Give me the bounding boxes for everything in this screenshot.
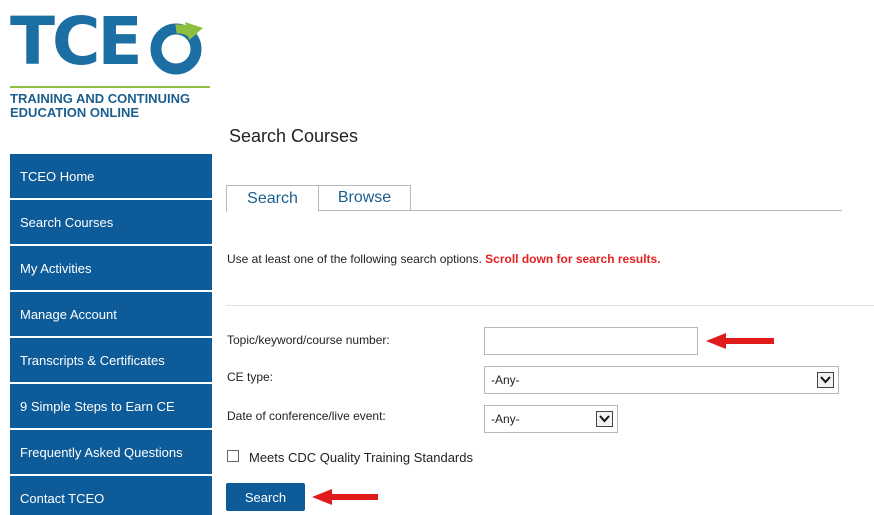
logo-letters: TCE xyxy=(10,3,143,80)
scroll-down-notice: Scroll down for search results. xyxy=(485,252,661,266)
logo-divider-line xyxy=(10,86,210,88)
logo-tagline-line2: EDUCATION ONLINE xyxy=(10,105,140,120)
sidebar-nav: TCEO Home Search Courses My Activities M… xyxy=(10,154,212,515)
sidebar-item-faq[interactable]: Frequently Asked Questions xyxy=(10,430,212,474)
search-button[interactable]: Search xyxy=(226,483,305,511)
chevron-down-icon xyxy=(596,411,613,427)
search-instructions: Use at least one of the following search… xyxy=(227,252,661,266)
sidebar-item-contact-tceo[interactable]: Contact TCEO xyxy=(10,476,212,515)
date-select[interactable]: -Any- xyxy=(484,405,618,433)
sidebar-item-transcripts-certificates[interactable]: Transcripts & Certificates xyxy=(10,338,212,382)
tceo-logo[interactable]: TCE TRAINING AND CONTINUING EDUCATION ON… xyxy=(10,3,215,120)
logo-tagline: TRAINING AND CONTINUING EDUCATION ONLINE xyxy=(10,92,220,120)
topic-input[interactable] xyxy=(484,327,698,355)
chevron-down-icon xyxy=(817,372,834,388)
sidebar-item-simple-steps[interactable]: 9 Simple Steps to Earn CE xyxy=(10,384,212,428)
red-arrow-left-icon xyxy=(706,333,774,349)
instructions-text: Use at least one of the following search… xyxy=(227,252,486,266)
cdc-standards-label: Meets CDC Quality Training Standards xyxy=(249,450,473,465)
sidebar-item-search-courses[interactable]: Search Courses xyxy=(10,200,212,244)
cdc-standards-checkbox[interactable] xyxy=(227,450,239,462)
sidebar-item-tceo-home[interactable]: TCEO Home xyxy=(10,154,212,198)
ce-type-label: CE type: xyxy=(227,370,274,384)
tab-browse[interactable]: Browse xyxy=(319,185,411,211)
ce-type-select[interactable]: -Any- xyxy=(484,366,839,394)
date-label: Date of conference/live event: xyxy=(227,409,386,423)
red-arrow-left-icon xyxy=(312,489,378,505)
section-divider xyxy=(226,305,874,306)
logo-tagline-line1: TRAINING AND CONTINUING xyxy=(10,91,191,106)
logo-recycle-o-icon xyxy=(150,22,203,75)
ce-type-selected-value: -Any- xyxy=(491,373,520,387)
page-title: Search Courses xyxy=(229,126,359,146)
date-selected-value: -Any- xyxy=(491,412,520,426)
sidebar-item-my-activities[interactable]: My Activities xyxy=(10,246,212,290)
sidebar-item-manage-account[interactable]: Manage Account xyxy=(10,292,212,336)
topic-label: Topic/keyword/course number: xyxy=(227,333,390,347)
tab-search[interactable]: Search xyxy=(226,185,319,212)
tab-bar: Search Browse xyxy=(226,185,842,212)
